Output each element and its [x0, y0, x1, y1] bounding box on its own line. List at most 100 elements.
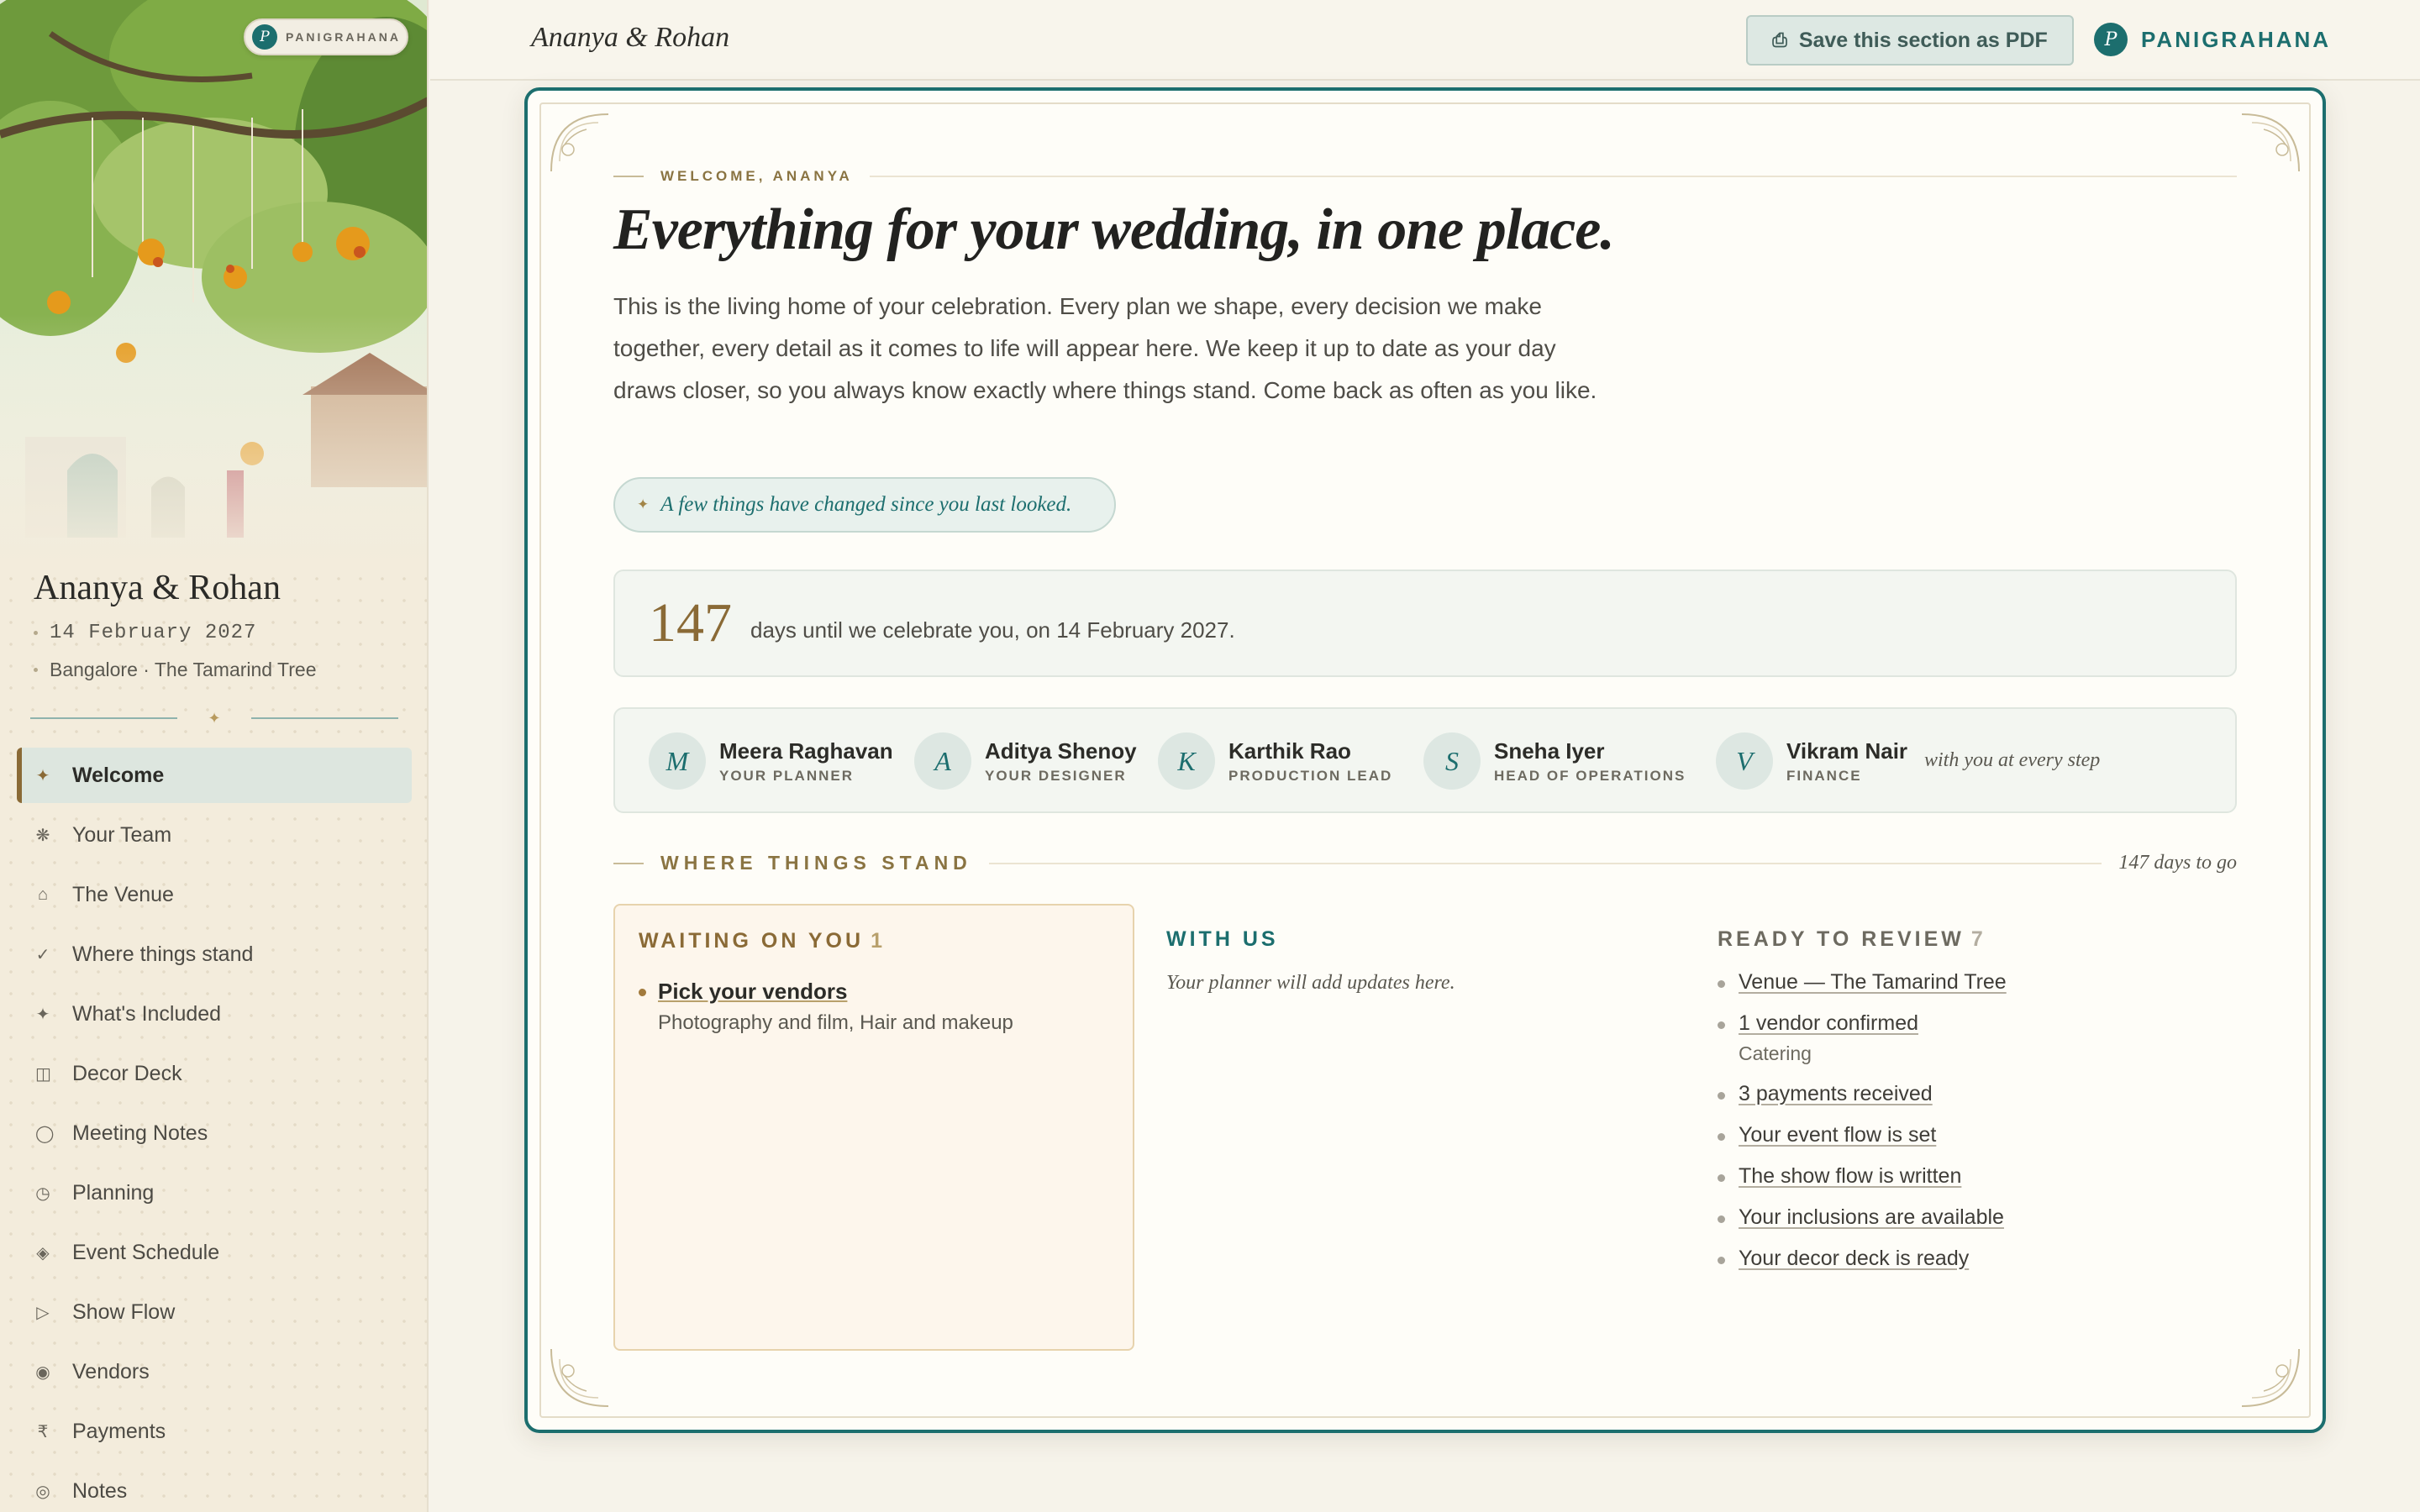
brand-name: PANIGRAHANA: [2141, 26, 2332, 52]
review-item[interactable]: Your decor deck is ready: [1718, 1247, 2222, 1271]
review-title-text: READY TO REVIEW: [1718, 927, 1965, 951]
team-member-name: Meera Raghavan: [719, 738, 893, 764]
headline: Everything for your wedding, in one plac…: [613, 197, 1615, 262]
bullet-icon: [1718, 1021, 1725, 1029]
circle-icon: ◯: [35, 1124, 55, 1143]
team-member[interactable]: V Vikram Nair FINANCE: [1716, 732, 1907, 790]
sidebar-item-welcome[interactable]: ✦ Welcome: [17, 748, 412, 803]
with-us-empty-text: Your planner will add updates here.: [1166, 972, 1455, 994]
team-member-role: YOUR PLANNER: [719, 767, 855, 784]
review-item-label[interactable]: 1 vendor confirmed: [1739, 1011, 1918, 1036]
printer-icon: ⎙: [1772, 29, 1787, 50]
review-item[interactable]: The show flow is written: [1718, 1164, 2222, 1189]
bullet-icon: [1718, 1092, 1725, 1100]
review-item-label[interactable]: Venue — The Tamarind Tree: [1739, 970, 2007, 995]
bullet-icon: [34, 668, 38, 672]
sidebar-item-label: Vendors: [72, 1359, 150, 1383]
section-title: WHERE THINGS STAND: [660, 852, 972, 874]
team-member[interactable]: K Karthik Rao PRODUCTION LEAD: [1158, 732, 1392, 790]
team-member-role: YOUR DESIGNER: [985, 767, 1127, 784]
sidebar-item-payments[interactable]: ₹ Payments: [17, 1404, 412, 1459]
sidebar: P PANIGRAHANA Ananya & Rohan 14 February…: [0, 0, 429, 1512]
sidebar-item-the-venue[interactable]: ⌂ The Venue: [17, 867, 412, 922]
sidebar-item-label: Notes: [72, 1478, 128, 1503]
avatar: M: [649, 732, 706, 790]
countdown-panel: 147 days until we celebrate you, on 14 F…: [613, 570, 2237, 677]
review-list: Venue — The Tamarind Tree 1 vendor confir…: [1718, 970, 2222, 1271]
home-icon: ⌂: [37, 885, 49, 904]
waiting-item[interactable]: Pick your vendors Photography and film, H…: [639, 979, 1109, 1035]
changes-notice-text: A few things have changed since you last…: [660, 493, 1072, 516]
review-item-label[interactable]: The show flow is written: [1739, 1164, 1961, 1189]
flower-icon: ❋: [35, 826, 50, 845]
sidebar-item-planning[interactable]: ◷ Planning: [17, 1165, 412, 1221]
sidebar-item-event-schedule[interactable]: ◈ Event Schedule: [17, 1225, 412, 1280]
sidebar-item-label: Event Schedule: [72, 1240, 220, 1264]
corner-ornament-icon: [2241, 1348, 2300, 1407]
team-member[interactable]: S Sneha Iyer HEAD OF OPERATIONS: [1423, 732, 1686, 790]
sidebar-item-vendors[interactable]: ◉ Vendors: [17, 1344, 412, 1399]
corner-ornament-icon: [2241, 113, 2300, 172]
review-item-label[interactable]: Your decor deck is ready: [1739, 1247, 1969, 1271]
couple-names: Ananya & Rohan: [34, 569, 281, 607]
sidebar-item-show-flow[interactable]: ▷ Show Flow: [17, 1284, 412, 1340]
review-item[interactable]: 3 payments received: [1718, 1082, 2222, 1106]
team-member-role: PRODUCTION LEAD: [1228, 767, 1393, 784]
review-item-label[interactable]: Your inclusions are available: [1739, 1205, 2004, 1230]
sidebar-item-what-s-included[interactable]: ✦ What's Included: [17, 986, 412, 1042]
sidebar-item-your-team[interactable]: ❋ Your Team: [17, 807, 412, 863]
bullet-icon: [639, 989, 646, 996]
avatar: K: [1158, 732, 1215, 790]
deck-icon: ◫: [35, 1064, 51, 1084]
waiting-item-label[interactable]: Pick your vendors: [658, 979, 1013, 1005]
changes-notice[interactable]: ✦ A few things have changed since you la…: [613, 477, 1116, 533]
waiting-item-detail: Photography and film, Hair and makeup: [658, 1011, 1013, 1034]
bullet-icon: [34, 631, 38, 635]
review-item[interactable]: Your inclusions are available: [1718, 1205, 2222, 1230]
review-item[interactable]: Venue — The Tamarind Tree: [1718, 970, 2222, 995]
wedding-place: Bangalore · The Tamarind Tree: [34, 659, 317, 681]
target-icon: ◉: [35, 1362, 50, 1382]
hero-venue-photo: P PANIGRAHANA: [0, 0, 427, 571]
bullet-icon: [1718, 980, 1725, 988]
team-strip: with you at every step M Meera Raghavan YO…: [613, 707, 2237, 813]
page-title: Ananya & Rohan: [531, 22, 730, 53]
wedding-date-text: 14 February 2027: [50, 622, 257, 644]
team-member-name: Vikram Nair: [1786, 738, 1908, 764]
sidebar-item-notes[interactable]: ◎ Notes: [17, 1463, 412, 1512]
sparkle-icon: ✦: [35, 1005, 50, 1024]
brand-logo-icon: P: [252, 24, 277, 50]
sparkle-icon: ✦: [35, 766, 50, 785]
save-pdf-button[interactable]: ⎙ Save this section as PDF: [1746, 15, 2074, 66]
brand[interactable]: P PANIGRAHANA: [2094, 23, 2331, 56]
sidebar-item-where-things-stand[interactable]: ✓ Where things stand: [17, 927, 412, 982]
review-item-label[interactable]: 3 payments received: [1739, 1082, 1933, 1106]
review-item[interactable]: 1 vendor confirmed Catering: [1718, 1011, 2222, 1065]
review-item-detail: Catering: [1739, 1042, 1812, 1064]
play-icon: ▷: [36, 1303, 50, 1322]
sidebar-item-label: Where things stand: [72, 942, 254, 966]
sidebar-item-decor-deck[interactable]: ◫ Decor Deck: [17, 1046, 412, 1101]
team-tagline: with you at every step: [1924, 749, 2101, 771]
team-member-name: Aditya Shenoy: [985, 738, 1137, 764]
bullet-icon: [1718, 1215, 1725, 1223]
intro-paragraph: This is the living home of your celebrat…: [613, 293, 1597, 403]
sidebar-item-label: Planning: [72, 1180, 155, 1205]
team-member[interactable]: A Aditya Shenoy YOUR DESIGNER: [914, 732, 1137, 790]
waiting-on-you-column: WAITING ON YOU 1 Pick your vendors Photogr…: [613, 904, 1134, 1351]
team-member-name: Karthik Rao: [1228, 738, 1351, 764]
corner-ornament-icon: [550, 113, 609, 172]
with-us-title: WITH US: [1166, 927, 1279, 951]
check-icon: ✓: [35, 945, 50, 964]
sidebar-item-label: Meeting Notes: [72, 1121, 208, 1145]
review-count: 7: [1970, 927, 1986, 951]
waiting-title-text: WAITING ON YOU: [639, 929, 865, 953]
review-item-label[interactable]: Your event flow is set: [1739, 1123, 1936, 1147]
bullet-icon: [1718, 1174, 1725, 1182]
wedding-date: 14 February 2027: [34, 622, 256, 644]
sidebar-nav: ✦ Welcome ❋ Your Team ⌂ The Venue ✓ Where thing…: [17, 748, 412, 1512]
team-member[interactable]: M Meera Raghavan YOUR PLANNER: [649, 732, 893, 790]
sidebar-item-meeting-notes[interactable]: ◯ Meeting Notes: [17, 1105, 412, 1161]
venue-garden-illustration: [0, 0, 427, 571]
review-item[interactable]: Your event flow is set: [1718, 1123, 2222, 1147]
